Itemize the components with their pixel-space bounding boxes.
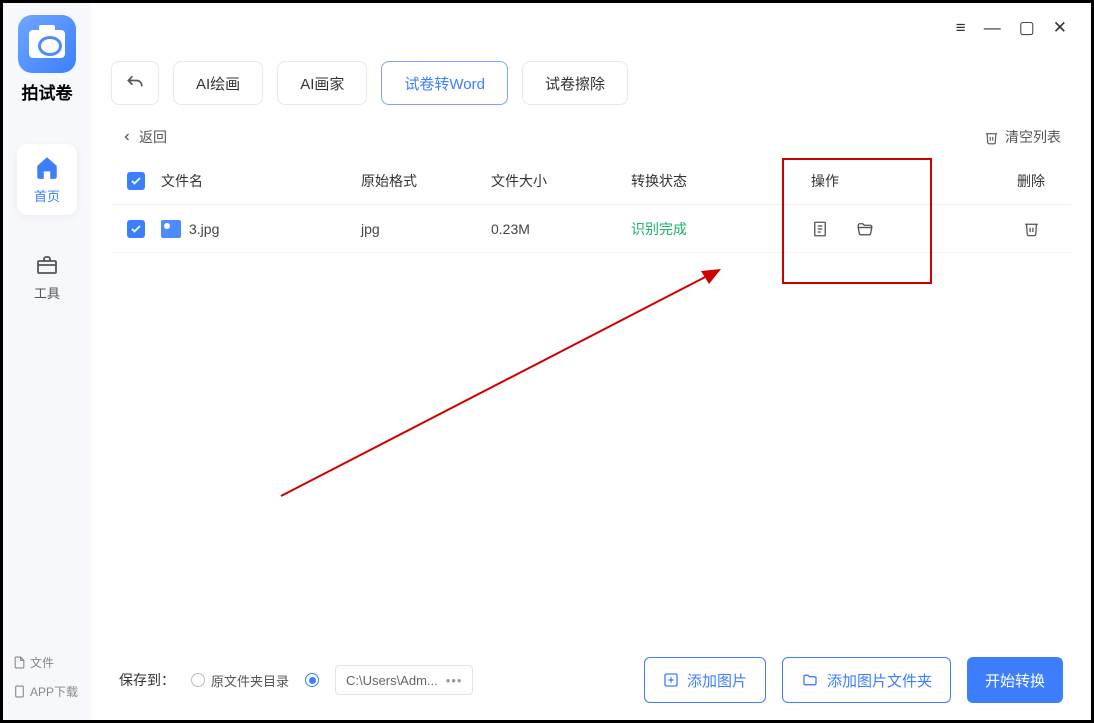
open-folder-icon[interactable] — [855, 220, 875, 238]
file-name: 3.jpg — [189, 221, 219, 237]
trash-icon — [984, 130, 999, 145]
menu-icon[interactable]: ≡ — [956, 18, 966, 38]
col-header-format: 原始格式 — [361, 171, 491, 191]
file-size: 0.23M — [491, 221, 631, 237]
sidebar-link-app-download[interactable]: APP下载 — [13, 683, 91, 700]
table-header: 文件名 原始格式 文件大小 转换状态 操作 删除 — [111, 157, 1071, 205]
sidebar-bottom: 文件 APP下载 — [3, 654, 91, 720]
select-all-checkbox[interactable] — [127, 172, 145, 190]
app-logo — [18, 15, 76, 73]
radio-custom-folder[interactable] — [305, 673, 319, 687]
add-image-folder-button[interactable]: 添加图片文件夹 — [782, 657, 951, 703]
row-checkbox[interactable] — [127, 220, 145, 238]
preview-document-icon[interactable] — [811, 220, 829, 238]
col-header-delete: 删除 — [991, 171, 1071, 191]
col-header-size: 文件大小 — [491, 171, 631, 191]
add-image-button[interactable]: 添加图片 — [644, 657, 766, 703]
app-name: 拍试卷 — [22, 79, 73, 104]
folder-icon — [801, 672, 819, 688]
chevron-left-icon — [121, 131, 133, 143]
tab-ai-painter[interactable]: AI画家 — [277, 61, 367, 105]
download-icon — [13, 685, 26, 698]
close-button[interactable]: ✕ — [1053, 18, 1067, 38]
tab-paper-to-word[interactable]: 试卷转Word — [381, 61, 508, 105]
undo-button[interactable] — [111, 61, 159, 105]
col-header-operation: 操作 — [811, 171, 991, 191]
save-to-label: 保存到： — [119, 670, 175, 690]
file-format: jpg — [361, 221, 491, 237]
table-row: 3.jpg jpg 0.23M 识别完成 — [111, 205, 1071, 253]
list-toolbar: 返回 清空列表 — [91, 105, 1091, 157]
image-file-icon — [161, 220, 181, 238]
sidebar: 拍试卷 首页 工具 文件 APP下载 — [3, 3, 91, 720]
main-content: AI绘画 AI画家 试卷转Word 试卷擦除 返回 清空列表 文件名 原始格式 … — [91, 3, 1091, 720]
minimize-button[interactable]: — — [984, 18, 1001, 38]
home-icon — [34, 154, 60, 180]
tab-ai-draw[interactable]: AI绘画 — [173, 61, 263, 105]
col-header-status: 转换状态 — [631, 171, 811, 191]
toolbar: AI绘画 AI画家 试卷转Word 试卷擦除 — [91, 3, 1091, 105]
save-path-box[interactable]: C:\Users\Adm... ••• — [335, 665, 473, 695]
sidebar-item-label: 首页 — [34, 186, 60, 205]
clear-list-button[interactable]: 清空列表 — [984, 127, 1061, 147]
file-table: 文件名 原始格式 文件大小 转换状态 操作 删除 3.jpg jpg 0.23M… — [91, 157, 1091, 253]
undo-icon — [125, 73, 145, 93]
plus-icon — [663, 672, 679, 688]
delete-row-icon[interactable] — [1023, 220, 1040, 237]
radio-original-folder[interactable]: 原文件夹目录 — [191, 671, 289, 690]
file-icon — [13, 656, 26, 669]
sidebar-item-home[interactable]: 首页 — [17, 144, 77, 215]
sidebar-item-label: 工具 — [34, 283, 60, 302]
window-controls: ≡ — ▢ ✕ — [956, 3, 1091, 53]
footer: 保存到： 原文件夹目录 C:\Users\Adm... ••• 添加图片 添加图… — [91, 640, 1091, 720]
sidebar-item-tools[interactable]: 工具 — [17, 243, 77, 312]
col-header-name: 文件名 — [161, 171, 361, 191]
maximize-button[interactable]: ▢ — [1019, 18, 1035, 38]
tab-paper-erase[interactable]: 试卷擦除 — [522, 61, 628, 105]
toolbox-icon — [35, 253, 59, 277]
save-path-text: C:\Users\Adm... — [346, 673, 438, 688]
sidebar-link-files[interactable]: 文件 — [13, 654, 91, 671]
start-convert-button[interactable]: 开始转换 — [967, 657, 1063, 703]
browse-icon[interactable]: ••• — [446, 673, 463, 688]
back-button[interactable]: 返回 — [121, 127, 167, 147]
convert-status: 识别完成 — [631, 219, 811, 239]
